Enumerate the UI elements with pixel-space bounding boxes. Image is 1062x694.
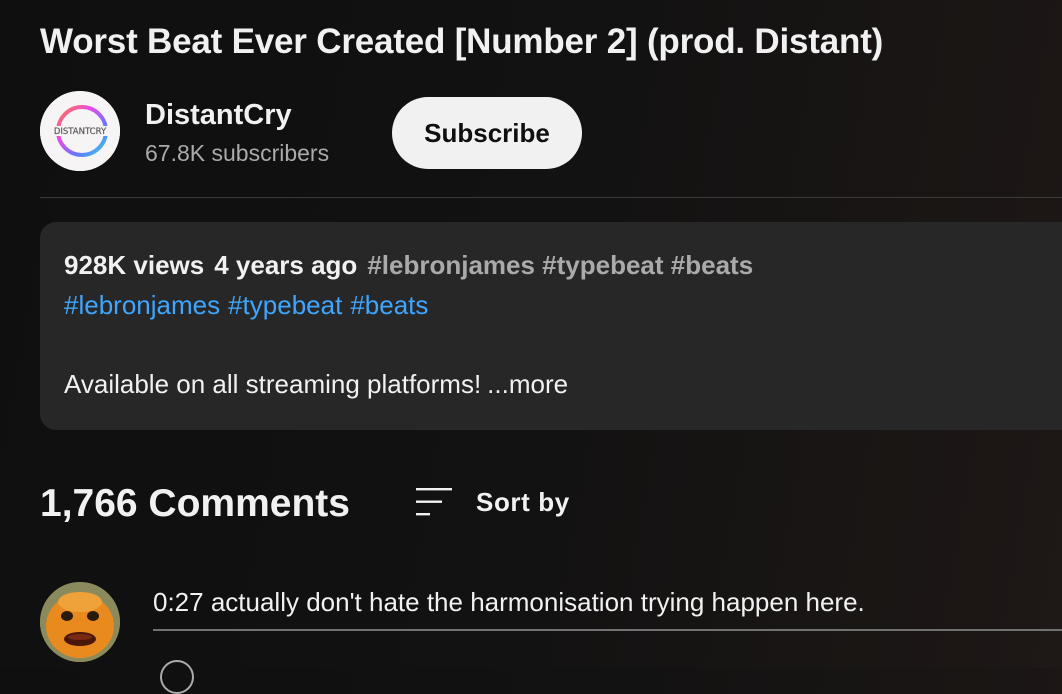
comment-text: 0:27 actually don't hate the harmonisati… xyxy=(153,587,865,617)
sort-by-button[interactable]: Sort by xyxy=(414,484,570,520)
owner-divider xyxy=(40,197,1062,198)
channel-name[interactable]: DistantCry xyxy=(145,99,292,132)
channel-avatar[interactable]: DISTANTCRY xyxy=(40,91,120,171)
comment-input-underline xyxy=(153,629,1062,631)
next-comment-icon xyxy=(160,660,194,694)
view-count: 928K views xyxy=(64,250,205,280)
video-title: Worst Beat Ever Created [Number 2] (prod… xyxy=(40,22,884,61)
description-box[interactable]: 928K views 4 years ago #lebronjames #typeb… xyxy=(40,222,1062,430)
sort-lines-icon xyxy=(416,488,452,516)
subscriber-count: 67.8K subscribers xyxy=(145,140,330,166)
hashtag-link[interactable]: #beats xyxy=(350,290,428,320)
hashtag-row: #lebronjames #typebeat #beats xyxy=(64,290,436,321)
comments-count: 1,766 Comments xyxy=(40,482,350,525)
comment-author-avatar[interactable] xyxy=(40,582,120,662)
hashtag-link[interactable]: #lebronjames xyxy=(64,290,220,320)
distantcry-logo-icon: DISTANTCRY xyxy=(40,91,120,171)
hashtag-link[interactable]: #typebeat xyxy=(228,290,342,320)
sort-by-label: Sort by xyxy=(476,486,570,517)
more-button[interactable]: ...more xyxy=(487,369,568,399)
description-info-row: 928K views 4 years ago #lebronjames #typeb… xyxy=(64,250,753,281)
svg-text:DISTANTCRY: DISTANTCRY xyxy=(54,127,107,137)
video-owner-row: DISTANTCRY DistantCry 67.8K subscribers … xyxy=(40,91,1062,171)
description-snippet: Available on all streaming platforms!...… xyxy=(64,369,568,400)
header-hashtags: #lebronjames #typebeat #beats xyxy=(367,250,754,280)
subscribe-button[interactable]: Subscribe xyxy=(392,97,582,169)
upload-age: 4 years ago xyxy=(214,250,358,280)
description-text: Available on all streaming platforms! xyxy=(64,369,482,399)
orange-face-icon xyxy=(40,582,120,662)
